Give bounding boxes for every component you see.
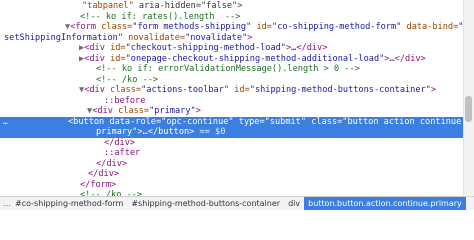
dom-node[interactable]: <!-- ko if: rates().length --> [0, 12, 463, 23]
code-token-val: "form methods-shipping" [132, 22, 252, 32]
code-token-tag: <div [84, 43, 111, 53]
code-token-attr: class= [306, 116, 343, 127]
code-token-comment: <!-- ko if: rates().length --> [80, 11, 241, 22]
code-token-val: "co-shipping-method-form" [271, 22, 402, 32]
code-token-val: setShippingInformation" [4, 32, 123, 43]
code-token-attr: type= [233, 116, 265, 127]
dom-node[interactable]: ▼<form class="form methods-shipping" id=… [0, 22, 463, 33]
breadcrumb-item-form[interactable]: #co-shipping-method-form [11, 197, 127, 210]
elements-panel[interactable]: "tabpanel" aria-hidden="false"> <!-- ko i… [0, 0, 474, 196]
code-token-attr: class= [110, 85, 142, 95]
code-token-attr: data-role= [109, 116, 162, 127]
dom-node-selected[interactable]: primary">…</button> == $0 [0, 127, 463, 138]
dom-node[interactable]: </div> [0, 138, 463, 149]
code-token-val: "shipping-method-buttons-container" [249, 85, 431, 95]
dom-node[interactable]: </div> [0, 159, 463, 170]
code-token-tag: <button [68, 116, 110, 127]
code-token-tag: > [195, 106, 201, 116]
code-token-tag: </button> [147, 127, 195, 137]
code-token-comment: <!-- /ko --> [96, 74, 159, 85]
code-token-val: "opc-continue" [161, 116, 234, 127]
code-token-attr: id= [110, 43, 126, 53]
dom-node[interactable]: <!-- /ko --> [0, 75, 463, 86]
code-token-tag: </form> [80, 179, 117, 190]
code-token-eq: == $0 [194, 127, 226, 137]
code-token-tag: </div> [96, 158, 128, 169]
code-token-attr: id= [229, 85, 250, 95]
dom-node[interactable]: ▶<div id="checkout-shipping-method-load"… [0, 43, 463, 54]
dom-node[interactable]: ▼<div class="primary"> [0, 106, 463, 117]
code-token-val: "actions-toolbar" [141, 85, 230, 95]
code-token-val: "button action continue [342, 116, 462, 127]
code-token-attr: class= [101, 22, 133, 32]
code-token-tag: <div [84, 85, 111, 95]
code-token-val: primary" [96, 127, 138, 137]
dom-node[interactable]: setShippingInformation" novalidate="nova… [0, 33, 463, 44]
code-token-attr: "tabpanel" [82, 1, 134, 11]
dom-node[interactable]: <!-- ko if: errorValidationMessage().len… [0, 64, 463, 75]
breadcrumb-item-div[interactable]: div [284, 197, 304, 210]
code-token-attr: id= [251, 22, 272, 32]
dom-node[interactable]: ▼<div class="actions-toolbar" id="shippi… [0, 85, 463, 96]
breadcrumb-item-buttons-container[interactable]: #shipping-method-buttons-container [127, 197, 284, 210]
dom-node[interactable]: </div> [0, 169, 463, 180]
code-token-tag: <div [84, 53, 111, 64]
code-token-tag: > [247, 32, 253, 43]
dom-node[interactable]: "tabpanel" aria-hidden="false"> [0, 1, 463, 12]
breadcrumb-item-button[interactable]: button.button.action.continue.primary [304, 197, 466, 210]
more-options-icon[interactable]: … [3, 117, 15, 128]
code-token-tag: <div [92, 106, 119, 116]
code-token-pseudo: ::after [104, 148, 141, 158]
code-token-val: "submit" [264, 116, 307, 127]
dom-node[interactable]: ::before [0, 96, 463, 107]
code-token-tag: > [430, 85, 437, 95]
dom-node[interactable]: ▶<div id="onepage-checkout-shipping-meth… [0, 54, 463, 65]
vertical-scrollbar[interactable] [463, 0, 474, 196]
code-token-pseudo: ::before [104, 95, 146, 106]
scrollbar-thumb[interactable] [465, 96, 472, 122]
code-token-val: "onepage-checkout-shipping-method-additi… [125, 53, 385, 64]
code-token-comment: <!-- ko if: errorValidationMessage().len… [96, 64, 360, 74]
code-token-val: "novalidate" [185, 32, 248, 43]
code-token-plain: aria-hidden="false" [133, 1, 238, 11]
code-token-val: "checkout-shipping-method-load" [125, 43, 286, 53]
code-token-attr: id= [110, 53, 126, 64]
dom-node-selected[interactable]: … <button data-role="opc-continue" type="… [0, 116, 463, 128]
code-token-attr: data-bind= [401, 22, 459, 32]
dom-node[interactable]: ::after [0, 148, 463, 159]
code-token-val: "primary" [149, 106, 196, 116]
code-token-tag: > [237, 1, 243, 11]
code-token-tag: </div> [394, 53, 426, 64]
code-token-attr: class= [118, 106, 150, 116]
code-token-attr: novalidate= [123, 32, 186, 43]
code-token-tag: </div> [88, 169, 120, 179]
code-token-tag: <form [70, 22, 102, 32]
code-token-tag: </div> [104, 137, 136, 148]
dom-node[interactable]: </form> [0, 180, 463, 191]
breadcrumb: … #co-shipping-method-form #shipping-met… [0, 196, 474, 210]
code-token-tag: </div> [296, 43, 328, 53]
breadcrumb-ellipsis[interactable]: … [0, 199, 11, 208]
